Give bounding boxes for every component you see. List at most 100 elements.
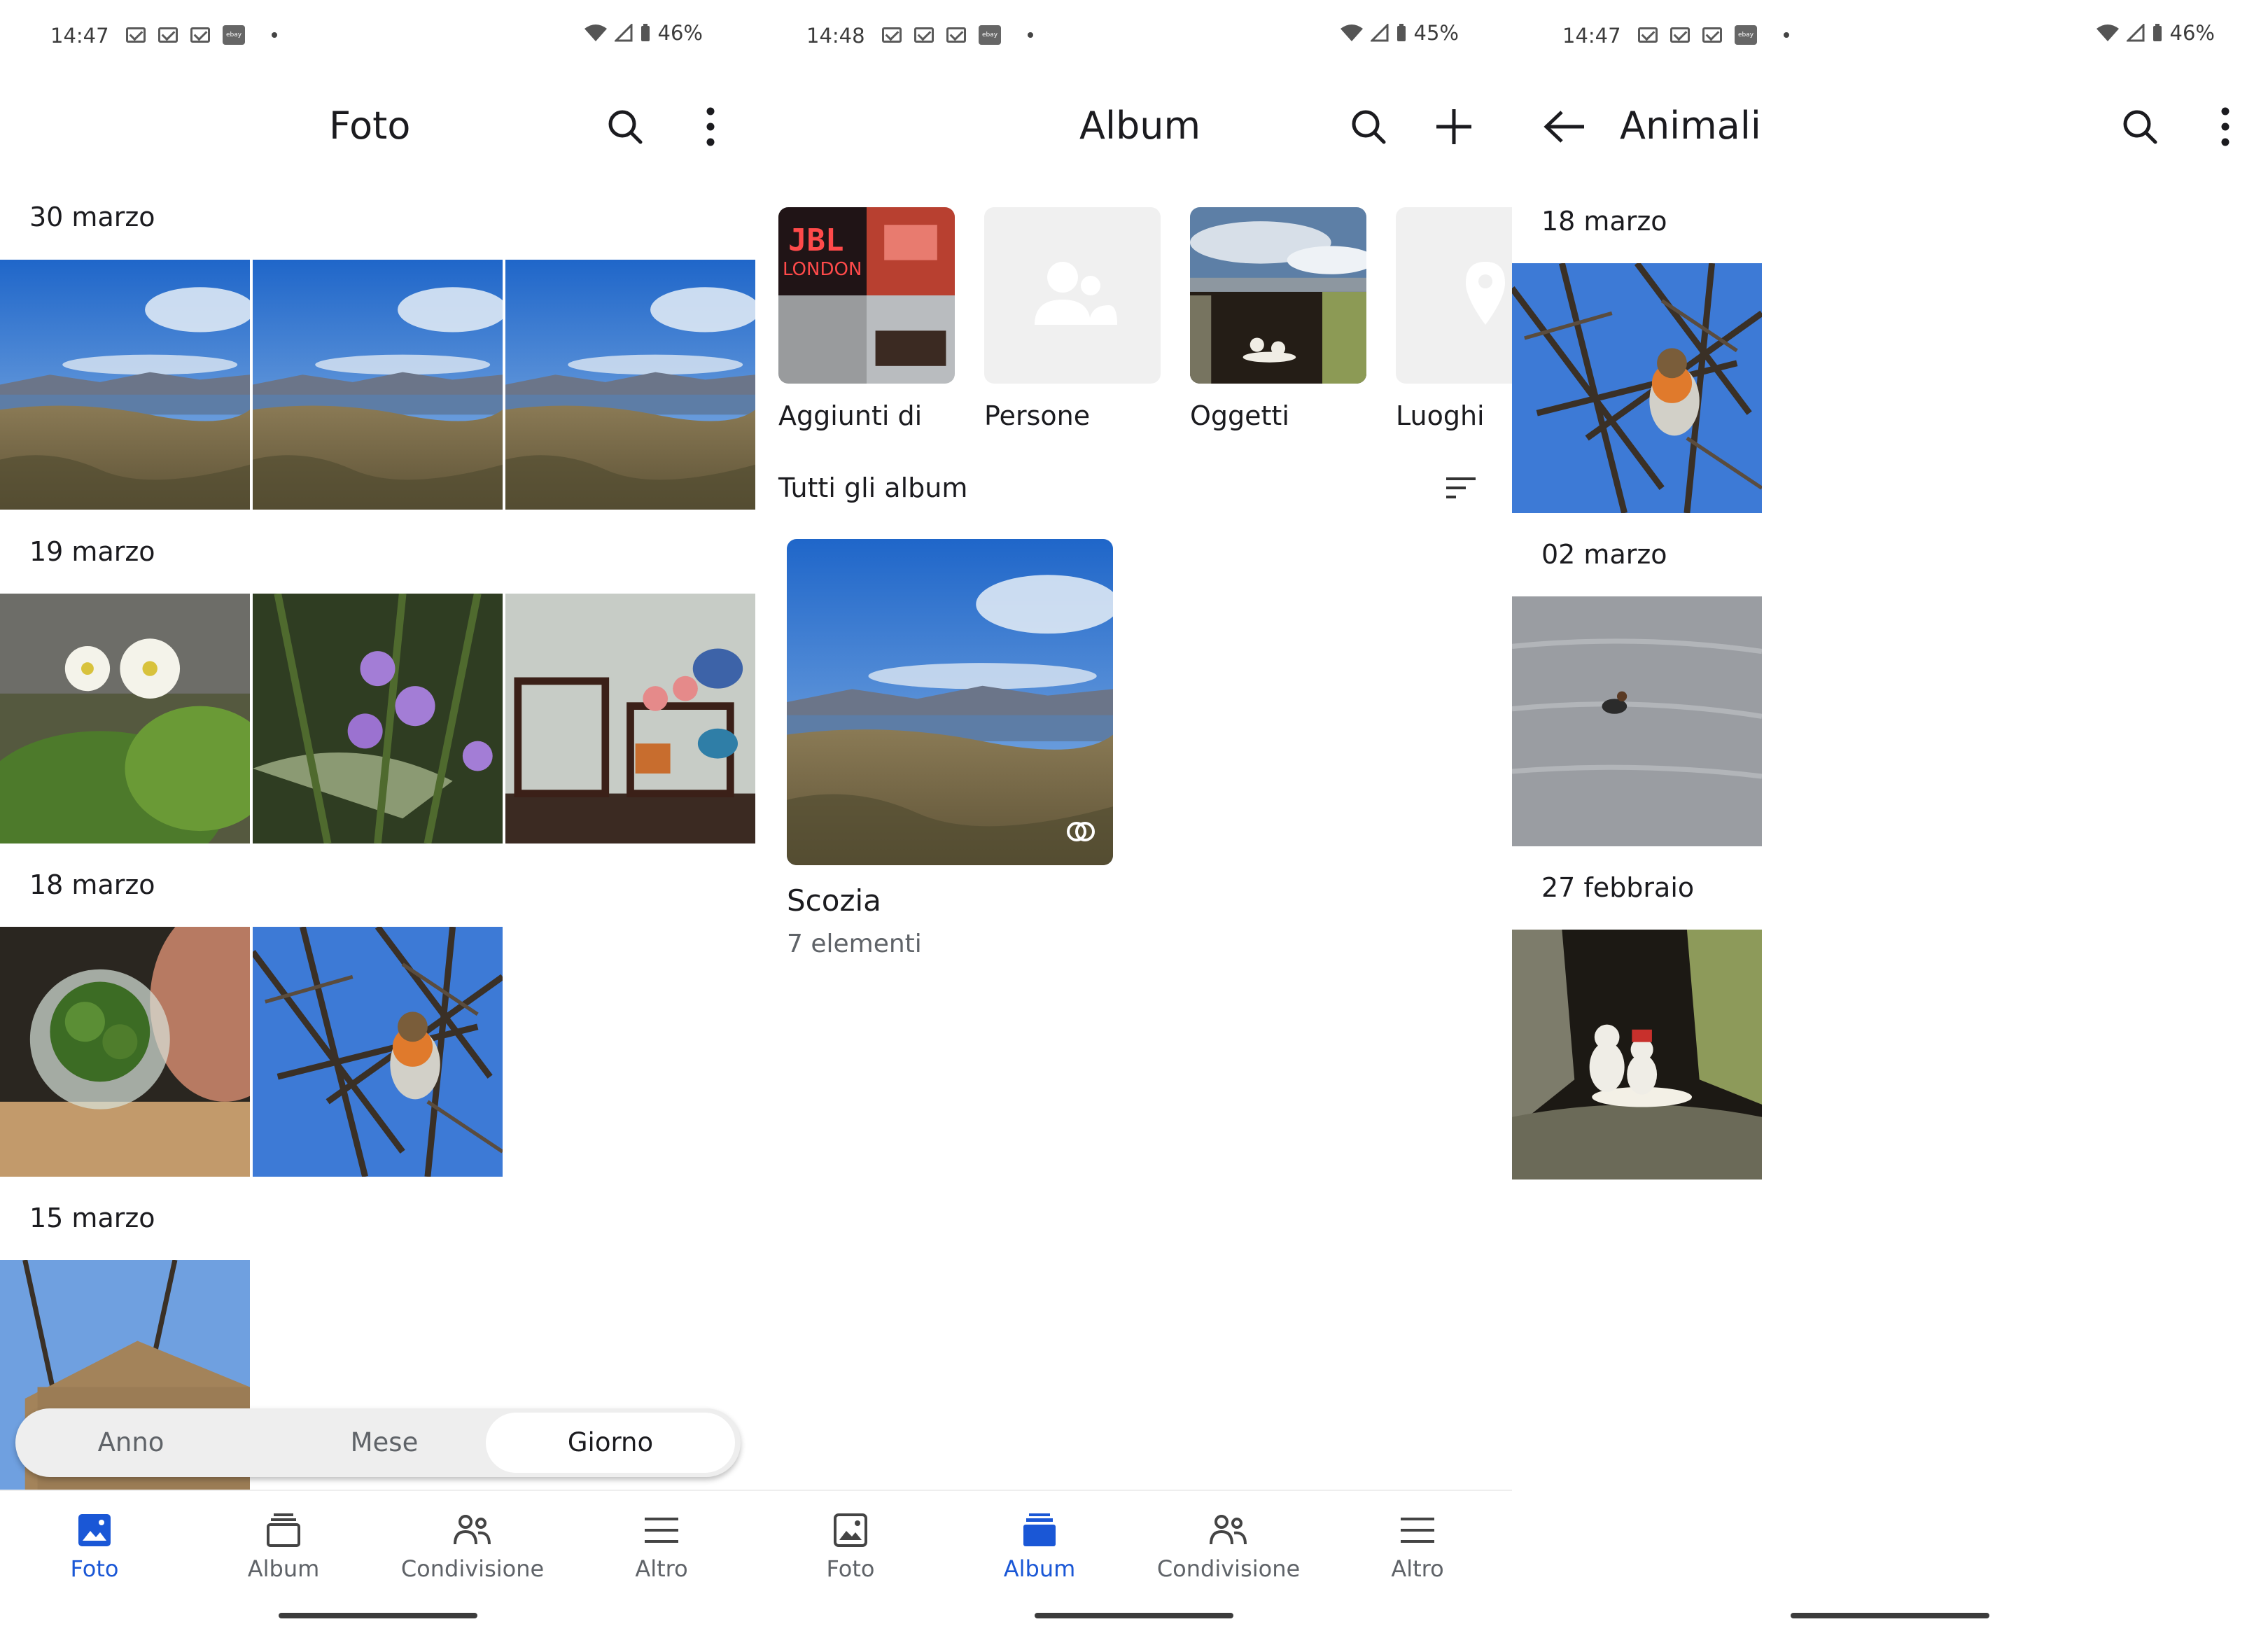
nav-album[interactable]: Album [945,1509,1134,1582]
more-notifications-dot-icon [1784,32,1789,38]
album-luoghi-thumbnail[interactable] [1396,207,1512,384]
status-bar: 14:48 ebay 45% [756,0,1512,77]
nav-altro[interactable]: Altro [567,1509,756,1582]
ebay-icon: ebay [979,25,1001,45]
album-persone-label: Persone [984,400,1091,431]
bottom-navigation: Foto Album Condivisione Altro [756,1490,1512,1596]
search-icon [608,110,643,144]
view-mode-year[interactable]: Anno [15,1408,246,1477]
photo-thumbnail[interactable] [505,594,755,844]
search-button[interactable] [594,95,657,158]
album-oggetti-label: Oggetti [1190,400,1289,431]
mail-icon [882,27,902,43]
photo-thumbnail[interactable] [505,260,755,510]
mail-icon [126,27,146,43]
battery-icon [2152,24,2162,41]
mail-icon [190,27,210,43]
nav-foto[interactable]: Foto [0,1509,189,1582]
photo-thumbnail[interactable] [1512,930,1762,1180]
wifi-icon [2096,24,2119,41]
page-title: Album [1079,104,1201,148]
photo-thumbnail[interactable] [1512,596,1762,846]
sort-icon [1446,477,1476,498]
battery-icon [1396,24,1406,41]
photo-thumbnail[interactable] [0,260,250,510]
back-button[interactable] [1533,95,1596,158]
nav-album[interactable]: Album [189,1509,378,1582]
bottom-navigation: Foto Album Condivisione Altro [0,1490,756,1596]
album-icon [267,1513,300,1547]
section-date: 18 marzo [29,869,155,900]
status-bar: 14:47 ebay 46% [0,0,756,77]
menu-icon [645,1518,678,1543]
album-name: Scozia [787,883,881,918]
shared-link-icon [1067,822,1095,841]
people-icon [454,1515,491,1545]
jbl-sign: JBL [788,223,844,258]
album-filled-icon [1023,1513,1056,1546]
album-oggetti-thumbnail[interactable] [1190,207,1366,384]
section-date: 18 marzo [1541,206,1667,237]
people-icon [1210,1515,1247,1545]
more-options-button[interactable] [2194,95,2257,158]
section-date: 02 marzo [1541,539,1667,570]
more-vert-icon [706,107,715,146]
mail-icon [158,27,178,43]
photo-thumbnail[interactable] [0,594,250,844]
photo-filled-icon [78,1514,111,1546]
add-album-button[interactable] [1422,95,1485,158]
battery-level: 45% [1413,21,1459,45]
ebay-icon: ebay [1735,25,1757,45]
location-pin-icon [1466,262,1505,325]
view-mode-month[interactable]: Mese [269,1408,500,1477]
search-icon [2123,110,2157,144]
photo-thumbnail[interactable] [253,594,503,844]
all-albums-header: Tutti gli album [778,472,968,503]
photo-thumbnail[interactable] [253,260,503,510]
arrow-back-icon [1544,111,1584,143]
status-bar: 14:47 ebay 46% [1512,0,2268,77]
plus-icon [1436,109,1471,144]
nav-condivisione[interactable]: Condivisione [1134,1509,1323,1582]
battery-level: 46% [2169,21,2215,45]
wifi-icon [1340,24,1363,41]
section-date: 15 marzo [29,1203,155,1233]
view-mode-toggle: Anno Mese Giorno [15,1408,741,1477]
album-scozia-thumbnail[interactable] [787,539,1113,865]
album-aggiunti-thumbnail[interactable]: JBL LONDON [778,207,955,384]
album-screen: 14:48 ebay 45% Album JBL LONDON Aggiunti… [756,0,1512,1638]
photo-thumbnail[interactable] [0,927,250,1177]
photo-icon [834,1513,867,1547]
view-mode-day[interactable]: Giorno [486,1413,735,1473]
nav-condivisione[interactable]: Condivisione [378,1509,567,1582]
album-count: 7 elementi [787,930,922,958]
gesture-handle[interactable] [1035,1613,1233,1618]
nav-altro[interactable]: Altro [1323,1509,1512,1582]
search-button[interactable] [2108,95,2171,158]
album-persone-thumbnail[interactable] [984,207,1161,384]
mail-icon [1702,27,1722,43]
more-vert-icon [2221,107,2230,146]
photo-thumbnail[interactable] [1512,263,1762,513]
mail-icon [1638,27,1658,43]
album-luoghi-label: Luoghi [1396,400,1485,431]
nav-foto[interactable]: Foto [756,1509,945,1582]
battery-icon [640,24,650,41]
signal-icon [1370,24,1389,42]
person-icon [1035,262,1117,325]
sort-button[interactable] [1429,456,1492,519]
gesture-handle[interactable] [1791,1613,1989,1618]
gesture-handle[interactable] [279,1613,477,1618]
page-title: Foto [329,104,411,148]
section-date: 30 marzo [29,202,155,232]
more-options-button[interactable] [679,95,742,158]
animali-screen: 14:47 ebay 46% Animali 18 marzo 02 marzo… [1512,0,2268,1638]
section-date: 19 marzo [29,536,155,567]
menu-icon [1401,1518,1434,1543]
status-time: 14:48 [806,24,865,48]
photo-thumbnail[interactable] [253,927,503,1177]
search-button[interactable] [1337,95,1400,158]
ebay-icon: ebay [223,25,245,45]
page-title: Animali [1620,104,1761,148]
more-notifications-dot-icon [272,32,277,38]
